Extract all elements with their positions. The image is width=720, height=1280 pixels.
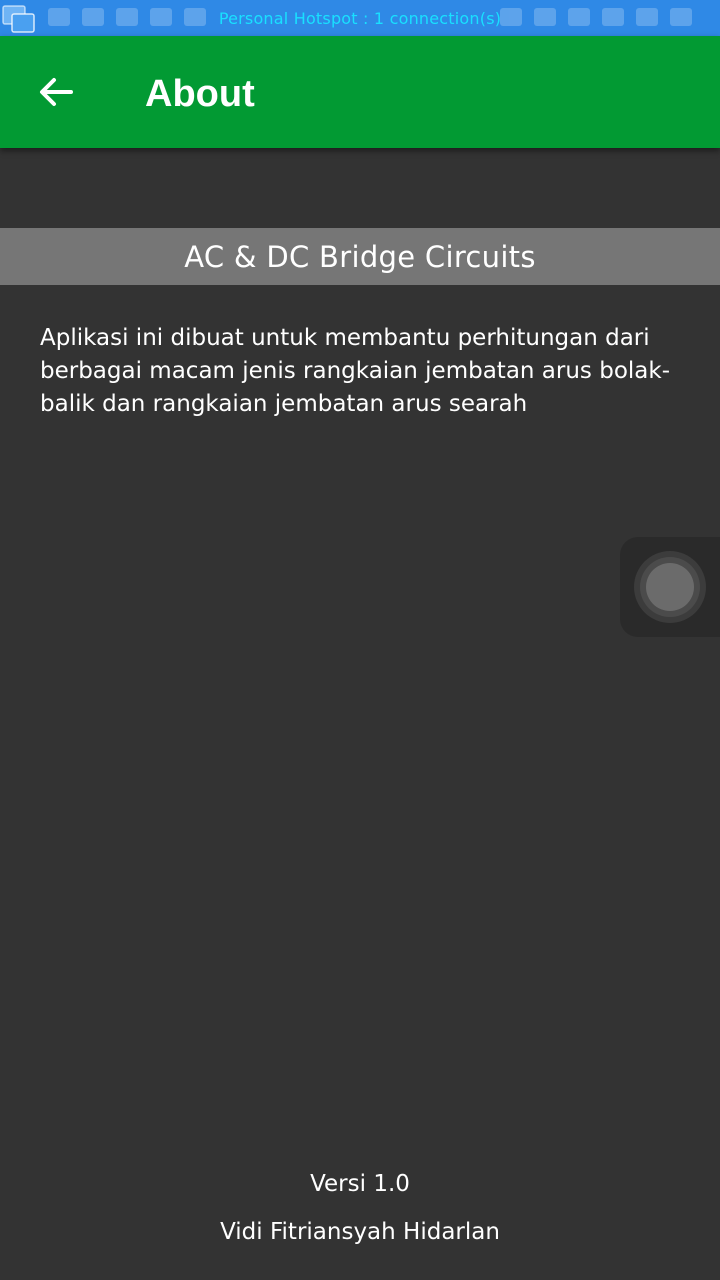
- page-title: About: [145, 73, 255, 115]
- app-name-banner: AC & DC Bridge Circuits: [0, 228, 720, 285]
- app-name-title: AC & DC Bridge Circuits: [184, 239, 536, 274]
- about-screen: Personal Hotspot : 1 connection(s) About…: [0, 0, 720, 1280]
- status-bar: Personal Hotspot : 1 connection(s): [0, 0, 720, 36]
- version-label: Versi 1.0: [310, 1171, 410, 1197]
- system-status-icons: [500, 8, 692, 28]
- notification-icons: [48, 8, 206, 28]
- author-name: Vidi Fitriansyah Hidarlan: [220, 1219, 500, 1245]
- app-bar: About: [0, 36, 720, 148]
- arrow-left-icon: [40, 78, 73, 106]
- assistive-touch-button[interactable]: [620, 537, 720, 637]
- hotspot-status-text: Personal Hotspot : 1 connection(s): [218, 8, 502, 28]
- app-description: Aplikasi ini dibuat untuk membantu perhi…: [40, 325, 670, 417]
- multi-window-icon: [2, 5, 35, 33]
- assistive-touch-icon: [634, 551, 706, 623]
- back-button[interactable]: [28, 68, 84, 116]
